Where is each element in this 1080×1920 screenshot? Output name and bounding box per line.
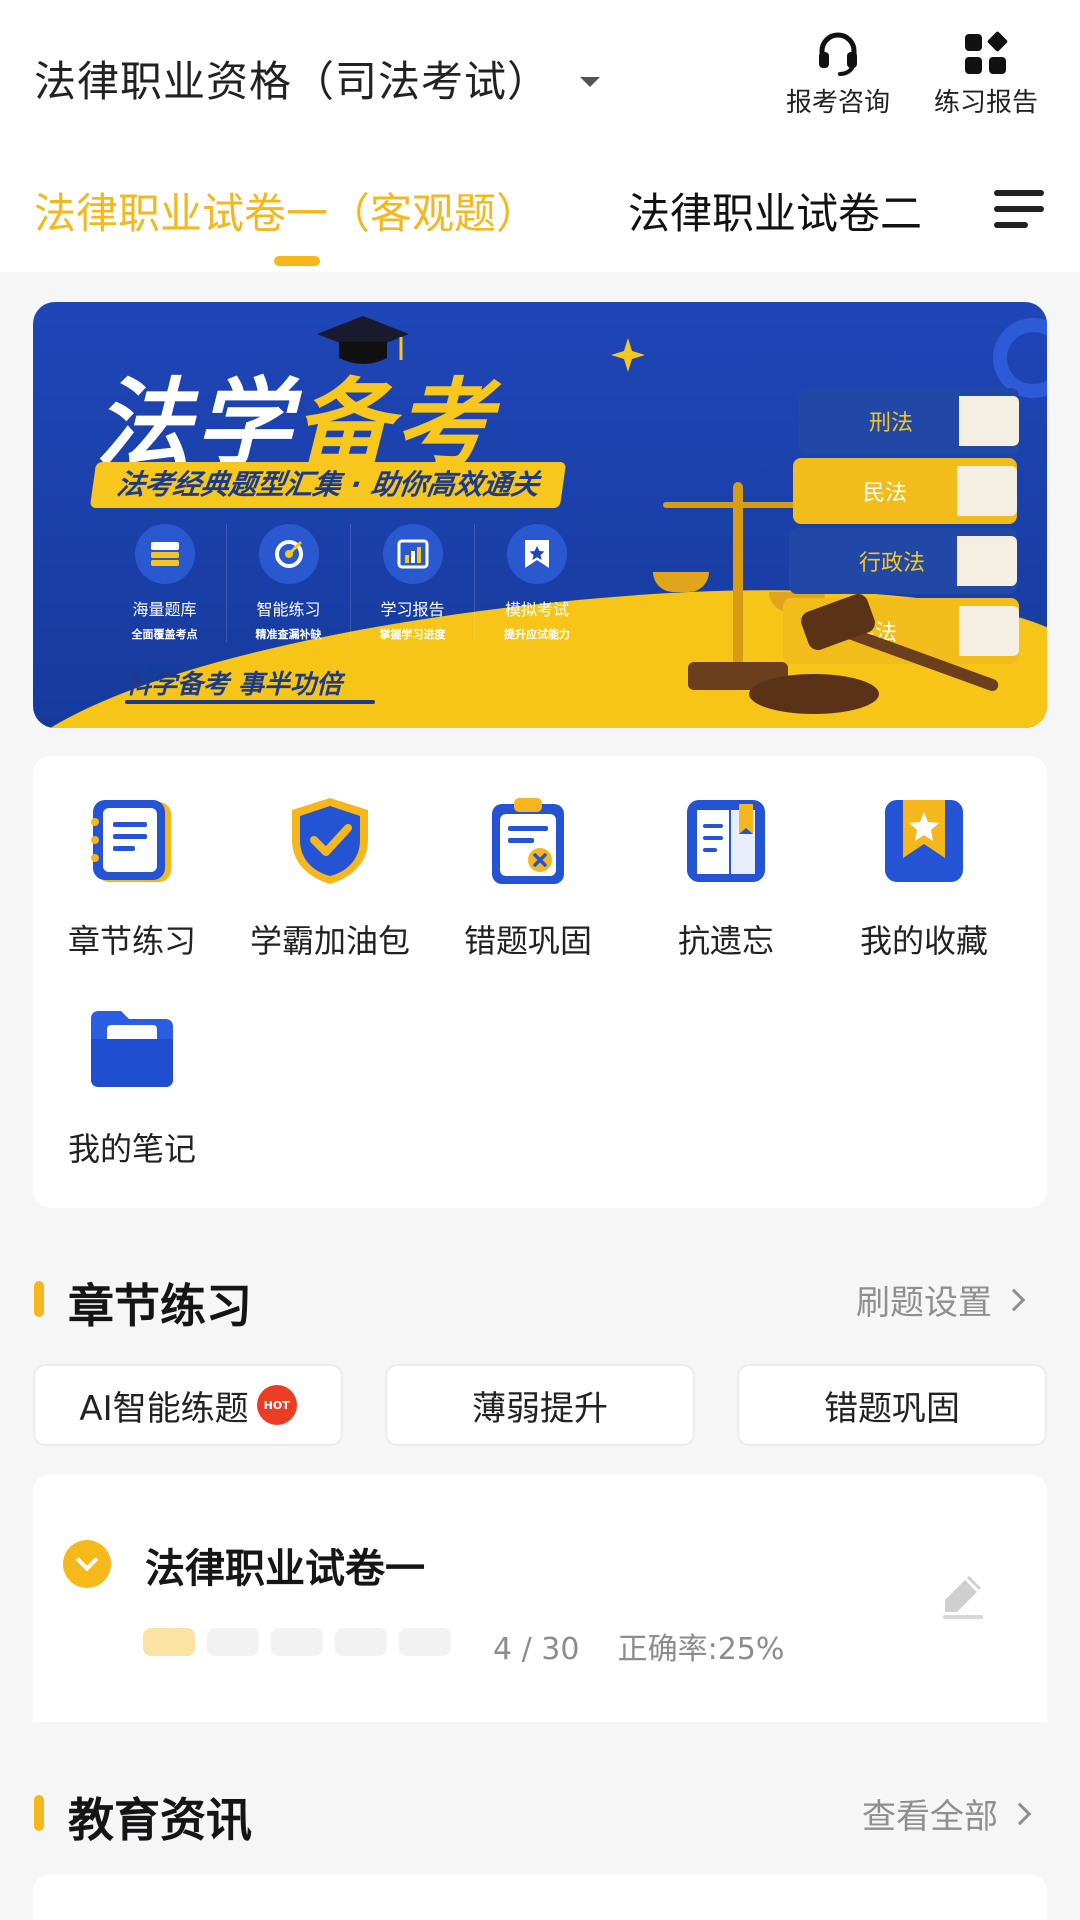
feature-chapter-practice[interactable]: 章节练习 bbox=[33, 796, 231, 962]
report-label: 练习报告 bbox=[933, 88, 1038, 118]
banner-feature: 模拟考试 提升应试能力 bbox=[475, 524, 599, 642]
banner-slogan: 法考经典题型汇集 · 助你高效通关 bbox=[89, 462, 567, 508]
book-civil-law: 民法 bbox=[793, 458, 1017, 524]
grid-apps-icon bbox=[965, 31, 1008, 74]
folder-icon bbox=[87, 1004, 177, 1094]
active-tab-indicator bbox=[274, 256, 320, 266]
banner-feature: 智能练习 精准查漏补缺 bbox=[227, 524, 351, 642]
news-card[interactable] bbox=[33, 1874, 1047, 1920]
weakness-improve-label: 薄弱提升 bbox=[472, 1388, 608, 1429]
ai-practice-label: AI智能练题 bbox=[79, 1388, 249, 1429]
law-books: 刑法 民法 行政法 宪法 bbox=[763, 382, 1023, 712]
section-accent-bar bbox=[34, 1281, 44, 1317]
chapter-stats: 4 / 30 正确率:25% bbox=[493, 1624, 784, 1668]
progress-blocks bbox=[143, 1628, 463, 1656]
banner-motto: 科学备考 事半功倍 bbox=[125, 670, 343, 700]
feature-favorites[interactable]: 我的收藏 bbox=[825, 796, 1023, 962]
banner-feature-title: 海量题库 bbox=[132, 600, 197, 619]
mistake-review-label: 错题巩固 bbox=[824, 1388, 960, 1429]
book-title: 刑法 bbox=[869, 411, 914, 436]
progress-block bbox=[207, 1628, 259, 1656]
exam-selector[interactable]: 法律职业资格（司法考试） bbox=[34, 48, 601, 109]
banner-feature-subtitle: 全面覆盖考点 bbox=[131, 628, 198, 641]
headset-icon bbox=[819, 32, 857, 76]
ai-practice-button[interactable]: AI智能练题 HOT bbox=[33, 1364, 343, 1446]
book-title: 民法 bbox=[863, 481, 908, 506]
pencil-edit-icon[interactable] bbox=[939, 1570, 989, 1620]
sparkle-icon bbox=[611, 338, 645, 372]
chevron-right-icon bbox=[1008, 1802, 1032, 1825]
progress-block bbox=[271, 1628, 323, 1656]
motto-underline bbox=[125, 700, 375, 704]
tab-paper-one[interactable]: 法律职业试卷一（客观题） bbox=[34, 180, 538, 241]
target-icon bbox=[258, 524, 319, 584]
view-all-news-link[interactable]: 查看全部 bbox=[862, 1789, 1032, 1838]
banner-feature-subtitle: 提升应试能力 bbox=[504, 628, 570, 641]
banner-feature-title: 模拟考试 bbox=[504, 600, 569, 619]
chevron-right-icon bbox=[1002, 1288, 1026, 1311]
banner-feature-subtitle: 精准查漏补缺 bbox=[255, 628, 322, 641]
banner-feature-title: 学习报告 bbox=[380, 600, 445, 619]
star-bookmark-icon bbox=[879, 796, 969, 886]
feature-label: 我的收藏 bbox=[859, 922, 988, 960]
bookmark-icon bbox=[507, 524, 567, 584]
banner-feature-subtitle: 掌握学习进度 bbox=[379, 628, 446, 641]
practice-settings-link[interactable]: 刷题设置 bbox=[856, 1275, 1026, 1324]
scale-pole bbox=[733, 482, 743, 672]
notebook-icon bbox=[87, 796, 177, 886]
shield-check-icon bbox=[285, 796, 375, 886]
news-section-title: 教育资讯 bbox=[68, 1793, 252, 1847]
app-header: 法律职业资格（司法考试） 报考咨询 练习报告 法律职业试卷一（客观题） 法律职业… bbox=[0, 0, 1080, 272]
progress-block bbox=[399, 1628, 451, 1656]
hot-badge-icon: HOT bbox=[256, 1385, 297, 1425]
book-administrative-law: 行政法 bbox=[789, 528, 1017, 594]
feature-notes[interactable]: 我的笔记 bbox=[33, 1004, 231, 1170]
feature-label: 抗遗忘 bbox=[677, 922, 774, 960]
accuracy-rate: 正确率:25% bbox=[617, 1632, 785, 1667]
mistake-review-button[interactable]: 错题巩固 bbox=[737, 1364, 1047, 1446]
book-title: 行政法 bbox=[859, 551, 926, 576]
feature-anti-forgetting[interactable]: 抗遗忘 bbox=[627, 796, 825, 962]
feature-booster-pack[interactable]: 学霸加油包 bbox=[231, 796, 429, 962]
weakness-improve-button[interactable]: 薄弱提升 bbox=[385, 1364, 695, 1446]
paper-tabs: 法律职业试卷一（客观题） 法律职业试卷二 bbox=[0, 180, 1080, 272]
progress-block bbox=[335, 1628, 387, 1656]
feature-label: 章节练习 bbox=[67, 922, 196, 960]
exam-title: 法律职业资格（司法考试） bbox=[34, 57, 551, 106]
stack-icon bbox=[134, 524, 195, 584]
progress-count: 4 / 30 bbox=[493, 1632, 580, 1667]
progress-block bbox=[143, 1628, 195, 1656]
book-note-icon bbox=[681, 796, 771, 886]
tab-paper-two[interactable]: 法律职业试卷二 bbox=[628, 180, 922, 241]
banner-feature: 学习报告 掌握学习进度 bbox=[351, 524, 475, 642]
graduation-cap-icon bbox=[317, 316, 409, 364]
chapter-section-title: 章节练习 bbox=[68, 1279, 252, 1333]
practice-settings-label: 刷题设置 bbox=[856, 1283, 992, 1323]
menu-icon[interactable] bbox=[994, 190, 1044, 230]
chapter-name: 法律职业试卷一 bbox=[145, 1546, 425, 1592]
promo-banner[interactable]: 法学备考 法考经典题型汇集 · 助你高效通关 海量题库 全面覆盖考点 智能练习 … bbox=[33, 302, 1047, 728]
feature-label: 我的笔记 bbox=[67, 1130, 196, 1168]
expand-check-icon[interactable] bbox=[63, 1540, 111, 1588]
chart-icon bbox=[382, 524, 443, 584]
section-accent-bar bbox=[34, 1795, 44, 1831]
clipboard-x-icon bbox=[483, 796, 573, 886]
feature-mistake-review[interactable]: 错题巩固 bbox=[429, 796, 627, 962]
dropdown-caret-icon bbox=[580, 76, 601, 87]
book-criminal-law: 刑法 bbox=[799, 388, 1019, 454]
banner-features: 海量题库 全面覆盖考点 智能练习 精准查漏补缺 学习报告 掌握学习进度 模拟考试… bbox=[103, 524, 599, 642]
banner-feature-title: 智能练习 bbox=[256, 600, 321, 619]
feature-label: 错题巩固 bbox=[463, 922, 592, 960]
view-all-label: 查看全部 bbox=[862, 1797, 998, 1837]
gavel-base bbox=[749, 674, 879, 714]
chapter-card[interactable]: 法律职业试卷一 4 / 30 正确率:25% bbox=[33, 1474, 1047, 1722]
feature-label: 学霸加油包 bbox=[249, 922, 410, 960]
consult-label: 报考咨询 bbox=[785, 88, 890, 118]
banner-feature: 海量题库 全面覆盖考点 bbox=[103, 524, 227, 642]
scale-dish-left bbox=[653, 572, 709, 592]
report-button[interactable]: 练习报告 bbox=[926, 30, 1046, 119]
feature-grid: 章节练习 学霸加油包 错题巩固 抗遗忘 我的收藏 我的笔记 bbox=[33, 756, 1047, 1208]
consult-button[interactable]: 报考咨询 bbox=[778, 30, 898, 119]
